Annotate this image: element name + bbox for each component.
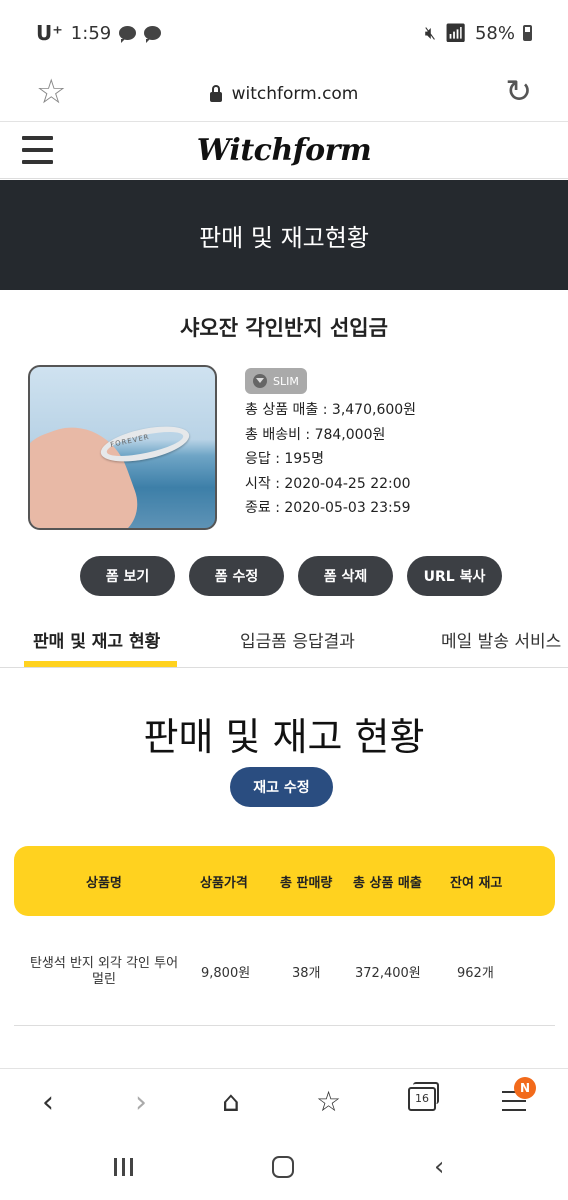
- tab-form-responses[interactable]: 입금폼 응답결과: [240, 627, 355, 652]
- col-price: 상품가격: [200, 876, 248, 891]
- forward-icon[interactable]: ›: [135, 1085, 147, 1120]
- plan-badge: SLIM: [245, 368, 307, 394]
- carrier-label: U⁺: [36, 21, 63, 45]
- site-logo[interactable]: Witchform: [197, 133, 372, 168]
- col-stock: 잔여 재고: [450, 876, 503, 891]
- cell-price: 9,800원: [201, 966, 251, 981]
- start-date: 시작 : 2020-04-25 22:00: [245, 475, 411, 492]
- cell-product-name: 탄생석 반지 외각 각인 투어 멀린: [24, 956, 184, 988]
- product-title: 샤오잔 각인반지 선입금: [180, 316, 388, 340]
- cell-sold: 38개: [292, 966, 321, 981]
- address-field[interactable]: witchform.com: [209, 83, 359, 104]
- active-tab-indicator: [24, 661, 177, 667]
- clock: 1:59: [70, 22, 112, 44]
- home-button-icon[interactable]: [272, 1156, 294, 1178]
- tab-mail-service[interactable]: 메일 발송 서비스: [441, 627, 561, 652]
- battery-icon: [523, 25, 532, 41]
- product-name-line1: 탄생석 반지 외각 각인 투어: [29, 956, 179, 971]
- end-date: 종료 : 2020-05-03 23:59: [245, 500, 411, 516]
- product-info: SLIM 총 상품 매출 : 3,470,600원 총 배송비 : 784,00…: [245, 368, 545, 521]
- back-icon[interactable]: ‹: [42, 1085, 54, 1120]
- table-row: 탄생석 반지 외각 각인 투어 멀린 9,800원 38개 372,400원 9…: [14, 940, 555, 1026]
- browser-bottom-nav: ‹ › ⌂ ☆ 16 N: [0, 1068, 568, 1134]
- tabs-icon[interactable]: 16: [408, 1082, 439, 1111]
- notification-badge: N: [514, 1077, 536, 1099]
- browser-url-bar: ☆ witchform.com ↻: [0, 66, 568, 122]
- delete-form-button[interactable]: 폼 삭제: [298, 556, 393, 596]
- section-title: 판매 및 재고 현황: [143, 715, 425, 759]
- plan-badge-label: SLIM: [273, 374, 299, 388]
- response-count: 응답 : 195명: [245, 451, 324, 467]
- url-text: witchform.com: [231, 83, 359, 104]
- recent-apps-icon[interactable]: [114, 1158, 133, 1176]
- copy-url-button[interactable]: URL 복사: [407, 556, 502, 596]
- col-product-name: 상품명: [86, 876, 122, 891]
- total-shipping: 총 배송비 : 784,000원: [245, 426, 386, 443]
- col-sold: 총 판매량: [280, 876, 333, 891]
- cell-revenue: 372,400원: [355, 966, 421, 981]
- product-name-line2: 멀린: [92, 972, 116, 987]
- page-banner: 판매 및 재고현황: [0, 180, 568, 290]
- back-button-icon[interactable]: ‹: [434, 1152, 444, 1182]
- total-sales: 총 상품 매출 : 3,470,600원: [245, 402, 417, 418]
- battery-percent: 58%: [474, 22, 515, 44]
- status-bar: U⁺ 1:59 🔇︎ 📶︎ 58%: [0, 0, 568, 66]
- banner-title: 판매 및 재고현황: [199, 223, 369, 252]
- tab-bar: 판매 및 재고 현황 입금폼 응답결과 메일 발송 서비스: [0, 612, 568, 668]
- tab-sales-stock[interactable]: 판매 및 재고 현황: [33, 627, 160, 652]
- col-revenue: 총 상품 매출: [353, 876, 422, 891]
- system-nav-bar: ‹: [0, 1134, 568, 1200]
- product-image: FOREVER: [28, 365, 217, 530]
- reload-icon[interactable]: ↻: [505, 72, 532, 110]
- edit-stock-button[interactable]: 재고 수정: [230, 767, 333, 807]
- view-form-button[interactable]: 폼 보기: [80, 556, 175, 596]
- chevron-down-icon: [253, 374, 267, 388]
- bookmark-star-icon[interactable]: ☆: [36, 72, 66, 112]
- lock-icon: [209, 84, 222, 102]
- message-icon: [119, 26, 137, 43]
- table-header: 상품명 상품가격 총 판매량 총 상품 매출 잔여 재고: [14, 846, 555, 916]
- menu-icon[interactable]: [22, 136, 53, 164]
- form-actions: 폼 보기 폼 수정 폼 삭제 URL 복사: [80, 556, 502, 596]
- mute-icon: 🔇︎: [424, 22, 437, 44]
- edit-form-button[interactable]: 폼 수정: [189, 556, 284, 596]
- bookmarks-icon[interactable]: ☆: [316, 1085, 341, 1118]
- chat-icon: [144, 26, 162, 43]
- wifi-icon: 📶︎: [444, 22, 467, 44]
- home-icon[interactable]: ⌂: [222, 1085, 240, 1118]
- site-header: Witchform: [0, 122, 568, 179]
- cell-stock: 962개: [457, 966, 494, 981]
